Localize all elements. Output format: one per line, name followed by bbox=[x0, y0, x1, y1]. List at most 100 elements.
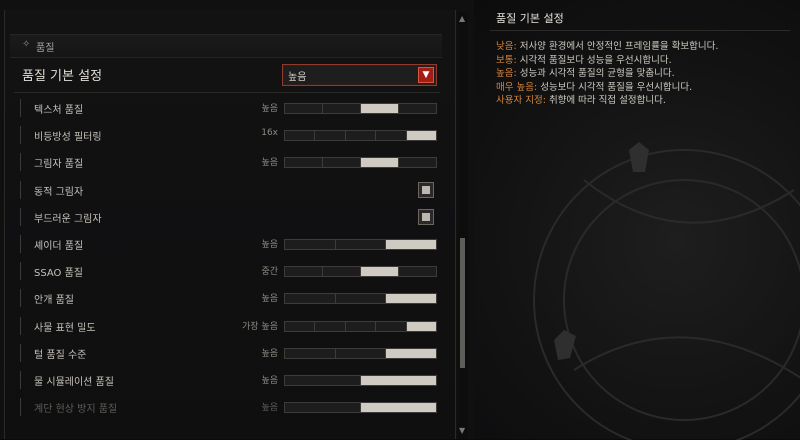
slider-segment[interactable] bbox=[386, 240, 437, 249]
setting-value: 높음 bbox=[261, 348, 278, 359]
slider-segment[interactable] bbox=[361, 104, 399, 113]
row-marker bbox=[20, 126, 21, 145]
tooltip-title: 품질 기본 설정 bbox=[496, 12, 564, 25]
row-marker bbox=[20, 207, 21, 226]
dropdown-arrow-icon[interactable]: ▼ bbox=[418, 67, 434, 83]
slider-segment[interactable] bbox=[346, 321, 377, 331]
background-sigil-icon bbox=[533, 142, 800, 440]
slider-segment[interactable] bbox=[285, 131, 316, 141]
slider-segment[interactable] bbox=[285, 267, 323, 277]
row-marker bbox=[20, 153, 21, 172]
diamond-sparkle-icon: ✧ bbox=[22, 39, 31, 50]
slider-segment[interactable] bbox=[336, 348, 387, 358]
setting-slider[interactable] bbox=[284, 239, 437, 250]
setting-row[interactable]: 동적 그림자 bbox=[14, 177, 440, 204]
quality-preset-dropdown[interactable]: 높음 ▼ bbox=[282, 64, 437, 86]
setting-slider[interactable] bbox=[284, 266, 437, 278]
setting-slider[interactable] bbox=[284, 103, 437, 114]
slider-segment[interactable] bbox=[336, 294, 387, 304]
setting-slider[interactable] bbox=[284, 293, 437, 305]
slider-segment[interactable] bbox=[406, 131, 437, 141]
row-marker bbox=[20, 262, 21, 281]
setting-name: 계단 현상 방지 품질 bbox=[34, 404, 118, 416]
setting-name: 비등방성 필터링 bbox=[34, 132, 102, 144]
row-marker bbox=[20, 371, 21, 389]
quality-preset-label: 품질 기본 설정 bbox=[22, 69, 103, 84]
setting-row[interactable]: 그림자 품질 높음 bbox=[14, 149, 440, 176]
slider-segment[interactable] bbox=[285, 240, 336, 249]
setting-row[interactable]: 사물 표현 밀도 가장 높음 bbox=[14, 313, 440, 340]
slider-segment[interactable] bbox=[399, 158, 436, 167]
setting-checkbox[interactable] bbox=[418, 181, 434, 198]
setting-name: SSAO 품질 bbox=[34, 268, 83, 280]
slider-segment[interactable] bbox=[361, 403, 436, 413]
setting-row[interactable]: 계단 현상 방지 품질 높음 bbox=[14, 394, 440, 421]
setting-row[interactable]: 물 시뮬레이션 품질 높음 bbox=[14, 367, 440, 394]
scrollbar-thumb[interactable] bbox=[460, 238, 465, 368]
setting-slider[interactable] bbox=[284, 347, 437, 359]
tooltip-body: 낮음: 저사양 환경에서 안정적인 프레임률을 확보합니다. 보통: 시각적 품… bbox=[496, 40, 776, 108]
setting-value: 높음 bbox=[261, 240, 278, 250]
setting-value: 높음 bbox=[261, 294, 278, 305]
setting-slider[interactable] bbox=[284, 157, 437, 169]
setting-slider[interactable] bbox=[284, 130, 437, 142]
setting-slider[interactable] bbox=[284, 375, 437, 386]
slider-segment[interactable] bbox=[323, 104, 361, 113]
row-marker bbox=[20, 180, 21, 199]
setting-name: 털 품질 수준 bbox=[34, 349, 87, 361]
setting-value: 가장 높음 bbox=[242, 321, 278, 332]
slider-segment[interactable] bbox=[386, 294, 437, 304]
slider-segment[interactable] bbox=[376, 321, 407, 331]
setting-row[interactable]: 텍스처 품질 높음 bbox=[14, 95, 440, 122]
scroll-up-arrow-icon[interactable]: ▲ bbox=[459, 14, 465, 23]
slider-segment[interactable] bbox=[406, 321, 437, 331]
scrollbar[interactable]: ▲ ▼ bbox=[458, 12, 468, 439]
slider-segment[interactable] bbox=[376, 131, 407, 141]
row-marker bbox=[20, 235, 21, 253]
slider-segment[interactable] bbox=[285, 403, 361, 413]
slider-segment[interactable] bbox=[399, 104, 436, 113]
slider-segment[interactable] bbox=[285, 104, 323, 113]
setting-name: 동적 그림자 bbox=[34, 186, 84, 198]
setting-row[interactable]: 털 품질 수준 높음 bbox=[14, 340, 440, 367]
quality-preset-row: 품질 기본 설정 높음 ▼ bbox=[10, 58, 442, 90]
setting-row[interactable]: 비등방성 필터링 16x bbox=[14, 122, 440, 149]
slider-segment[interactable] bbox=[361, 376, 436, 385]
slider-segment[interactable] bbox=[346, 131, 377, 141]
setting-name: 텍스처 품질 bbox=[34, 105, 84, 116]
setting-value: 중간 bbox=[261, 267, 278, 278]
setting-row[interactable]: 안개 품질 높음 bbox=[14, 285, 440, 312]
slider-segment[interactable] bbox=[323, 267, 361, 277]
setting-checkbox[interactable] bbox=[418, 208, 434, 225]
setting-name: 사물 표현 밀도 bbox=[34, 322, 96, 334]
setting-slider[interactable] bbox=[284, 402, 437, 414]
slider-segment[interactable] bbox=[285, 321, 316, 331]
slider-segment[interactable] bbox=[386, 348, 437, 358]
setting-value: 높음 bbox=[261, 104, 278, 114]
slider-segment[interactable] bbox=[285, 158, 323, 168]
quality-preset-value: 높음 bbox=[288, 72, 307, 83]
slider-segment[interactable] bbox=[336, 240, 387, 249]
slider-segment[interactable] bbox=[285, 294, 336, 304]
setting-name: 물 시뮬레이션 품질 bbox=[34, 377, 114, 388]
slider-segment[interactable] bbox=[285, 376, 361, 385]
slider-segment[interactable] bbox=[361, 158, 399, 168]
slider-segment[interactable] bbox=[399, 267, 436, 276]
setting-value: 높음 bbox=[261, 403, 278, 414]
setting-row[interactable]: SSAO 품질 중간 bbox=[14, 258, 440, 285]
tooltip-line: 높음: 성능과 시각적 품질의 균형을 맞춥니다. bbox=[496, 68, 675, 79]
slider-segment[interactable] bbox=[323, 158, 361, 168]
slider-segment[interactable] bbox=[315, 131, 346, 141]
slider-segment[interactable] bbox=[315, 321, 346, 331]
row-marker bbox=[20, 398, 21, 417]
divider bbox=[14, 92, 440, 93]
tooltip-line: 보통: 시각적 품질보다 성능을 우선시합니다. bbox=[496, 54, 672, 66]
setting-slider[interactable] bbox=[284, 320, 437, 332]
section-header-quality[interactable]: ✧ 품질 bbox=[10, 34, 442, 58]
slider-segment[interactable] bbox=[361, 267, 399, 277]
setting-row[interactable]: 부드러운 그림자 bbox=[14, 204, 440, 231]
scroll-down-arrow-icon[interactable]: ▼ bbox=[459, 426, 465, 435]
setting-row[interactable]: 셰이더 품질 높음 bbox=[14, 231, 440, 258]
settings-panel: ✧ 품질 품질 기본 설정 높음 ▼ 텍스처 품질 높음 비등방성 필터링 16x 그림… bbox=[0, 0, 474, 439]
slider-segment[interactable] bbox=[285, 348, 336, 358]
